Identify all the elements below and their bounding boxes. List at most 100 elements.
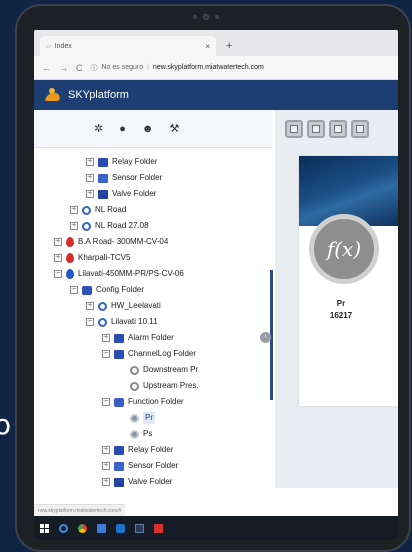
tree-node[interactable]: − Function Folder	[34, 394, 272, 410]
tree-node[interactable]: + NL Road	[34, 202, 272, 218]
device-tree: + Relay Folder + Sensor Folder + Valve Folder…	[34, 148, 272, 490]
store-icon[interactable]	[97, 523, 106, 533]
expand-icon[interactable]: +	[54, 254, 62, 262]
expand-icon[interactable]: +	[70, 206, 78, 214]
tree-node[interactable]: Downstream Pr	[34, 362, 272, 378]
drop-blue-icon	[66, 269, 74, 279]
tree-node[interactable]: + HW_Leelavati	[34, 298, 272, 314]
tree-node-label: Lilavati 10.11	[111, 317, 158, 326]
tree-node[interactable]: + Relay Folder	[34, 442, 272, 458]
ie-icon[interactable]	[59, 523, 68, 533]
document-view-icon[interactable]	[329, 120, 347, 138]
card-name: Pr	[336, 299, 346, 308]
expand-icon[interactable]: +	[86, 190, 94, 198]
new-tab-button[interactable]: +	[226, 40, 232, 52]
list-view-icon[interactable]	[351, 120, 369, 138]
browser-tab[interactable]: ▱ Index ×	[40, 36, 216, 56]
expand-icon[interactable]: +	[102, 478, 110, 486]
tree-node[interactable]: Upstream Pres.	[34, 378, 272, 394]
tree-node-label: Config Folder	[96, 285, 145, 294]
expand-icon[interactable]: +	[86, 158, 94, 166]
status-url: new.skyplatform.miatwatertech.com/#	[34, 504, 126, 516]
tree-node-label: Alarm Folder	[128, 333, 174, 342]
tree-node-label: B.A Road- 300MM-CV-04	[78, 237, 169, 246]
ring-icon	[82, 205, 91, 215]
gear-icon	[130, 413, 139, 423]
tree-node[interactable]: + Valve Folder	[34, 474, 272, 490]
collapse-icon[interactable]: −	[86, 318, 94, 326]
tree-node-label: Upstream Pres.	[143, 381, 199, 390]
info-icon[interactable]: ⓘ	[91, 63, 98, 73]
gear-icon[interactable]: ✲	[94, 122, 103, 135]
tree-node[interactable]: − Lilavati 10.11	[34, 314, 272, 330]
collapse-icon[interactable]: −	[102, 398, 110, 406]
ring-icon	[98, 301, 107, 311]
tree-node-label: Valve Folder	[128, 477, 173, 486]
security-label: No es seguro	[101, 64, 144, 71]
tree-node-label: ChannelLog Folder	[128, 349, 197, 358]
expand-icon[interactable]: +	[86, 302, 94, 310]
home-view-icon[interactable]	[285, 120, 303, 138]
expand-icon[interactable]: +	[54, 238, 62, 246]
tree-node-label: Ps	[143, 429, 153, 438]
address-bar: ← → C ⓘ No es seguro | new.skyplatform.m…	[34, 56, 398, 80]
expand-icon[interactable]: +	[86, 174, 94, 182]
fx-icon	[114, 397, 124, 407]
reload-icon[interactable]: C	[76, 63, 83, 73]
collapse-icon[interactable]: −	[54, 270, 62, 278]
tree-node[interactable]: Pr	[34, 410, 272, 426]
tree-node[interactable]: + Sensor Folder	[34, 170, 272, 186]
drop-icon[interactable]: ●	[119, 123, 126, 135]
expand-icon[interactable]: +	[102, 334, 110, 342]
database-icon[interactable]	[135, 523, 144, 533]
tree-node[interactable]: − ChannelLog Folder	[34, 346, 272, 362]
tree-node[interactable]: Ps	[34, 426, 272, 442]
tree-node[interactable]: − Config Folder	[34, 282, 272, 298]
url-field[interactable]: ⓘ No es seguro | new.skyplatform.miatwat…	[91, 63, 391, 73]
tree-node[interactable]: + Alarm Folder	[34, 330, 272, 346]
mail-icon[interactable]	[116, 523, 125, 533]
collapse-icon[interactable]: −	[70, 286, 78, 294]
forward-icon[interactable]: →	[59, 63, 68, 73]
tree-node[interactable]: + Relay Folder	[34, 154, 272, 170]
collapse-icon[interactable]: −	[102, 350, 110, 358]
windows-icon[interactable]	[40, 523, 49, 533]
expand-icon[interactable]: +	[102, 446, 110, 454]
expand-icon[interactable]: +	[70, 222, 78, 230]
tree-node-label: Relay Folder	[128, 445, 174, 454]
tree-node[interactable]: + B.A Road- 300MM-CV-04	[34, 234, 272, 250]
ring-icon	[98, 317, 107, 327]
grid-view-icon[interactable]	[307, 120, 325, 138]
tree-node-label: Lilavati-450MM-PR/PS-CV-06	[78, 269, 184, 278]
tree-toolbar: ✲ ● ☻ ⚒	[34, 110, 272, 148]
ring-grey-icon	[130, 365, 139, 375]
expand-icon[interactable]: +	[102, 462, 110, 470]
tab-close-icon[interactable]: ×	[205, 42, 210, 51]
camera-dots	[193, 14, 219, 20]
app-red-icon[interactable]	[154, 523, 163, 533]
tree-node[interactable]: − Lilavati-450MM-PR/PS-CV-06	[34, 266, 272, 282]
skyplatform-logo-icon	[44, 88, 62, 102]
chrome-icon[interactable]	[78, 523, 87, 533]
tree-node[interactable]: + NL Road 27.08	[34, 218, 272, 234]
tree-node[interactable]: + Kharpali-TCV5	[34, 250, 272, 266]
back-icon[interactable]: ←	[42, 63, 51, 73]
tree-node-label: Valve Folder	[112, 189, 157, 198]
tree-node[interactable]: + Sensor Folder	[34, 458, 272, 474]
browser-tabbar: ▱ Index × +	[34, 30, 398, 56]
tree-node-label: Sensor Folder	[112, 173, 163, 182]
users-icon[interactable]: ☻	[142, 123, 154, 135]
main-content: ✲ ● ☻ ⚒ + Relay Folder + Sensor Folder + Valv…	[34, 110, 398, 540]
tree-node[interactable]: + Valve Folder	[34, 186, 272, 202]
folder-icon	[98, 157, 108, 167]
folder-icon	[114, 333, 124, 343]
tree-node-label: Pr	[143, 412, 155, 424]
card-value: 16217	[329, 311, 353, 320]
collapse-panel-icon[interactable]: ‹	[260, 332, 271, 343]
wrench-icon[interactable]: ⚒	[169, 122, 179, 135]
tree-node-label: Kharpali-TCV5	[78, 253, 131, 262]
url-text: new.skyplatform.miatwatertech.com	[152, 64, 264, 71]
tablet-screen: ▱ Index × + ← → C ⓘ No es seguro | new.s…	[34, 30, 398, 540]
